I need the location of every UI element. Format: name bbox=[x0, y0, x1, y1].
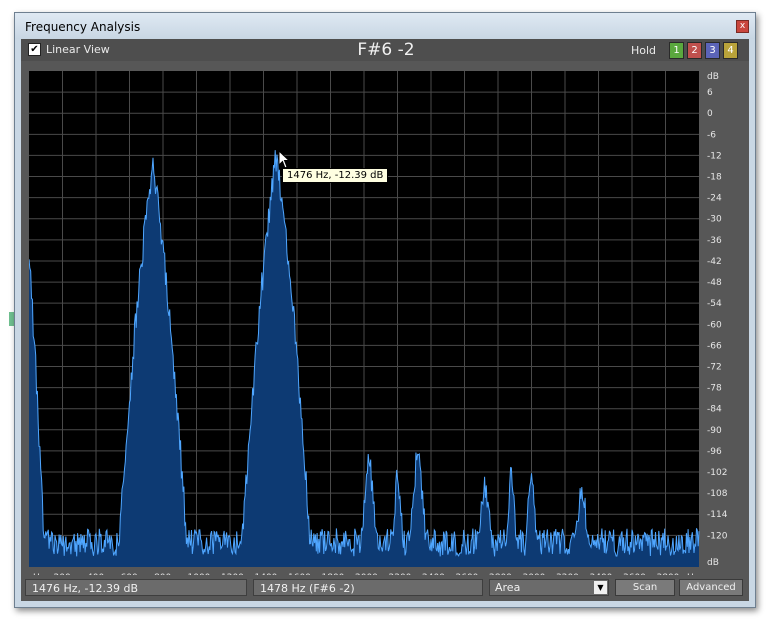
y-tick-label: -96 bbox=[707, 447, 722, 457]
cursor-readout: 1476 Hz, -12.39 dB bbox=[25, 579, 247, 596]
chevron-down-icon[interactable]: ▼ bbox=[594, 581, 607, 594]
spectrum-plot[interactable]: Hz20040060080010001200140016001800200022… bbox=[29, 61, 749, 595]
y-tick-label: -84 bbox=[707, 405, 722, 415]
y-tick-label: -78 bbox=[707, 384, 722, 394]
scan-button[interactable]: Scan bbox=[615, 579, 675, 596]
y-tick-label: -42 bbox=[707, 257, 722, 267]
note-title: F#6 -2 bbox=[357, 40, 415, 60]
pitch-readout: 1478 Hz (F#6 -2) bbox=[253, 579, 483, 596]
close-button[interactable]: x bbox=[736, 20, 749, 33]
y-tick-label: -18 bbox=[707, 173, 722, 183]
y-tick-label: -108 bbox=[707, 489, 728, 499]
linear-view-label[interactable]: Linear View bbox=[46, 43, 110, 56]
y-tick-label: 6 bbox=[707, 88, 713, 98]
peak-tooltip: 1476 Hz, -12.39 dB bbox=[282, 168, 389, 183]
window-title: Frequency Analysis bbox=[25, 20, 141, 34]
y-tick-label: -48 bbox=[707, 278, 722, 288]
y-tick-label: dB bbox=[707, 558, 719, 568]
y-tick-label: -102 bbox=[707, 468, 727, 478]
hold-label: Hold bbox=[631, 44, 657, 57]
y-tick-label: -72 bbox=[707, 362, 722, 372]
y-axis-ticks: dB 6 0 -6 -12 -18 -24 -30 -36 -42 -48 -54 -60 -66 -72 -… bbox=[707, 72, 728, 568]
y-tick-label: dB bbox=[707, 72, 719, 82]
linear-view-checkbox[interactable]: ✔ bbox=[28, 43, 41, 56]
hold-button-2[interactable]: 2 bbox=[687, 42, 702, 59]
status-bar: 1476 Hz, -12.39 dB 1478 Hz (F#6 -2) Area… bbox=[21, 575, 749, 601]
y-tick-label: -12 bbox=[707, 151, 722, 161]
y-tick-label: -24 bbox=[707, 194, 722, 204]
y-tick-label: -54 bbox=[707, 299, 722, 309]
title-bar[interactable]: Frequency Analysis x bbox=[15, 13, 755, 39]
y-tick-label: -60 bbox=[707, 320, 722, 330]
y-tick-label: -6 bbox=[707, 130, 716, 140]
y-tick-label: -66 bbox=[707, 341, 722, 351]
hold-button-4[interactable]: 4 bbox=[723, 42, 738, 59]
advanced-button[interactable]: Advanced bbox=[679, 579, 743, 596]
hold-button-3[interactable]: 3 bbox=[705, 42, 720, 59]
hold-button-1[interactable]: 1 bbox=[669, 42, 684, 59]
y-tick-label: -36 bbox=[707, 236, 722, 246]
frequency-analysis-window: Frequency Analysis x ✔ Linear View F#6 -… bbox=[14, 12, 756, 608]
y-tick-label: -114 bbox=[707, 510, 728, 520]
y-tick-label: -30 bbox=[707, 215, 722, 225]
y-tick-label: -120 bbox=[707, 531, 728, 541]
background-strip bbox=[0, 0, 15, 624]
mouse-pointer-icon bbox=[278, 150, 291, 169]
view-mode-select[interactable]: Area ▼ bbox=[489, 579, 609, 596]
y-tick-label: 0 bbox=[707, 109, 713, 119]
analysis-toolbar: ✔ Linear View F#6 -2 Hold 1 2 3 4 bbox=[21, 39, 749, 61]
y-tick-label: -90 bbox=[707, 426, 722, 436]
view-mode-value: Area bbox=[495, 581, 521, 594]
analysis-panel: ✔ Linear View F#6 -2 Hold 1 2 3 4 Hz2004… bbox=[21, 39, 749, 601]
